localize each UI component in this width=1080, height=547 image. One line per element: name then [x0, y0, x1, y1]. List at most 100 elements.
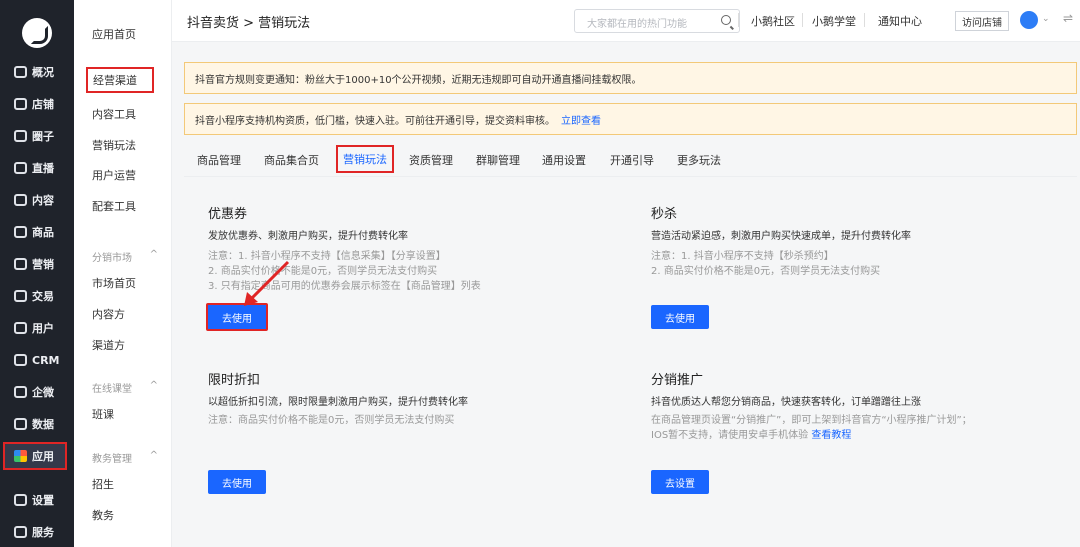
- notice-banner-rules: 抖音官方规则变更通知：粉丝大于1000+10个公开视频，近期无违规即可自动开通直…: [184, 62, 1077, 94]
- app-icon: [14, 450, 27, 462]
- card-note: 3. 只有指定商品可用的优惠券会展示标签在【商品管理】列表: [208, 281, 481, 292]
- subnav-item-tools[interactable]: 配套工具: [92, 198, 136, 214]
- card-note: 注意：1. 抖音小程序不支持【秒杀预约】: [651, 251, 834, 262]
- subnav-item-market-home[interactable]: 市场首页: [92, 275, 136, 291]
- seckill-use-button[interactable]: 去使用: [651, 305, 709, 329]
- view-tutorial-link[interactable]: 查看教程: [811, 430, 851, 441]
- user-icon: [14, 322, 27, 334]
- tab-group-chat[interactable]: 群聊管理: [476, 152, 520, 168]
- sidebar-item-trade[interactable]: 交易: [0, 282, 74, 310]
- card-desc: 发放优惠券、刺激用户购买，提升付费转化率: [208, 231, 408, 242]
- tab-more[interactable]: 更多玩法: [677, 152, 721, 168]
- card-seckill: 秒杀 营造活动紧迫感，刺激用户购买快速成单，提升付费转化率 注意：1. 抖音小程…: [639, 189, 1070, 343]
- tab-open-guide[interactable]: 开通引导: [610, 152, 654, 168]
- tab-marketing[interactable]: 营销玩法: [336, 145, 394, 173]
- tab-general-settings[interactable]: 通用设置: [542, 152, 586, 168]
- tab-qualification[interactable]: 资质管理: [409, 152, 453, 168]
- card-discount: 限时折扣 以超低折扣引流，限时限量刺激用户购买，提升付费转化率 注意：商品实付价…: [196, 355, 627, 505]
- chevron-up-icon: ^: [149, 450, 158, 461]
- main-sidebar: 概况 店铺 圈子 直播 内容 商品 营销 交易 用户 CRM 企微 数据 应用 …: [0, 0, 74, 547]
- card-note: 2. 商品实付价格不能是0元，否则学员无法支付购买: [208, 266, 438, 277]
- sidebar-item-settings[interactable]: 设置: [0, 486, 74, 514]
- subnav-group-online-class[interactable]: 在线课堂 ^: [92, 380, 158, 395]
- chevron-down-icon[interactable]: ⌄: [1042, 14, 1050, 24]
- notification-link[interactable]: 通知中心: [878, 13, 922, 29]
- subnav-item-channel-side[interactable]: 渠道方: [92, 337, 125, 353]
- avatar[interactable]: [1020, 11, 1038, 29]
- card-title: 优惠券: [208, 207, 248, 222]
- sidebar-item-goods[interactable]: 商品: [0, 218, 74, 246]
- subnav-item-channel[interactable]: 经营渠道: [86, 67, 154, 93]
- search-icon[interactable]: [721, 15, 731, 25]
- distribution-setup-button[interactable]: 去设置: [651, 470, 709, 494]
- tab-goods-collection[interactable]: 商品集合页: [264, 152, 319, 168]
- card-desc: 营造活动紧迫感，刺激用户购买快速成单，提升付费转化率: [651, 231, 911, 242]
- card-note: 2. 商品实付价格不能是0元，否则学员无法支付购买: [651, 266, 881, 277]
- chevron-up-icon: ^: [149, 380, 158, 391]
- wecom-icon: [14, 386, 27, 398]
- subnav-group-market[interactable]: 分销市场 ^: [92, 249, 158, 264]
- subnav-item-class[interactable]: 班课: [92, 406, 114, 422]
- settings-icon: [14, 494, 27, 506]
- subnav-item-app-home[interactable]: 应用首页: [92, 26, 136, 42]
- card-distribution: 分销推广 抖音优质达人帮您分销商品，快速获客转化，订单蹭蹭往上涨 在商品管理页设…: [639, 355, 1070, 505]
- sidebar-item-circle[interactable]: 圈子: [0, 122, 74, 150]
- card-coupon: 优惠券 发放优惠券、刺激用户购买，提升付费转化率 注意：1. 抖音小程序不支持【…: [196, 189, 627, 343]
- switch-icon[interactable]: ⇌: [1063, 11, 1073, 25]
- crm-icon: [14, 354, 27, 366]
- sidebar-item-service[interactable]: 服务: [0, 518, 74, 546]
- sidebar-item-live[interactable]: 直播: [0, 154, 74, 182]
- coupon-use-button[interactable]: 去使用: [206, 303, 268, 331]
- trade-icon: [14, 290, 27, 302]
- sidebar-item-crm[interactable]: CRM: [0, 346, 74, 374]
- sidebar-item-store[interactable]: 店铺: [0, 90, 74, 118]
- logo-icon[interactable]: [22, 18, 52, 48]
- sub-sidebar: 应用首页 经营渠道 内容工具 营销玩法 用户运营 配套工具 分销市场 ^ 市场首页…: [74, 0, 172, 547]
- sidebar-item-content[interactable]: 内容: [0, 186, 74, 214]
- data-icon: [14, 418, 27, 430]
- card-note: 在商品管理页设置“分销推广”，即可上架到抖音官方“小程序推广计划”；: [651, 415, 972, 426]
- card-title: 秒杀: [651, 207, 678, 222]
- top-header: 抖音卖货 > 营销玩法 大家都在用的热门功能 小鹅社区 小鹅学堂 通知中心 访问…: [172, 0, 1080, 42]
- subnav-item-content-tools[interactable]: 内容工具: [92, 106, 136, 122]
- sidebar-item-data[interactable]: 数据: [0, 410, 74, 438]
- card-note: IOS暂不支持，请使用安卓手机体验 查看教程: [651, 430, 852, 441]
- circle-icon: [14, 130, 27, 142]
- tab-bar: 商品管理 商品集合页 营销玩法 资质管理 群聊管理 通用设置 开通引导 更多玩法: [184, 145, 1077, 177]
- card-title: 分销推广: [651, 373, 704, 388]
- card-desc: 抖音优质达人帮您分销商品，快速获客转化，订单蹭蹭往上涨: [651, 397, 921, 408]
- breadcrumb: 抖音卖货 > 营销玩法: [187, 16, 311, 31]
- overview-icon: [14, 66, 27, 78]
- search-placeholder: 大家都在用的热门功能: [587, 19, 687, 30]
- chevron-up-icon: ^: [149, 249, 158, 260]
- card-title: 限时折扣: [208, 373, 261, 388]
- store-icon: [14, 98, 27, 110]
- marketing-icon: [14, 258, 27, 270]
- sidebar-item-user[interactable]: 用户: [0, 314, 74, 342]
- subnav-item-marketing[interactable]: 营销玩法: [92, 137, 136, 153]
- subnav-item-user-ops[interactable]: 用户运营: [92, 167, 136, 183]
- card-note: 注意：1. 抖音小程序不支持【信息采集】【分享设置】: [208, 251, 446, 262]
- goods-icon: [14, 226, 27, 238]
- sidebar-item-marketing[interactable]: 营销: [0, 250, 74, 278]
- academy-link[interactable]: 小鹅学堂: [812, 13, 856, 29]
- card-note: 注意：商品实付价格不能是0元，否则学员无法支付购买: [208, 415, 455, 426]
- view-now-link[interactable]: 立即查看: [561, 112, 601, 127]
- subnav-item-edu[interactable]: 教务: [92, 507, 114, 523]
- sidebar-item-overview[interactable]: 概况: [0, 58, 74, 86]
- content-icon: [14, 194, 27, 206]
- subnav-group-edu[interactable]: 教务管理 ^: [92, 450, 158, 465]
- discount-use-button[interactable]: 去使用: [208, 470, 266, 494]
- service-icon: [14, 526, 27, 538]
- sidebar-item-wecom[interactable]: 企微: [0, 378, 74, 406]
- card-desc: 以超低折扣引流，限时限量刺激用户购买，提升付费转化率: [208, 397, 468, 408]
- search-input[interactable]: 大家都在用的热门功能: [574, 9, 740, 33]
- notice-banner-miniapp: 抖音小程序支持机构资质，低门槛，快速入驻。可前往开通引导，提交资料审核。 立即查…: [184, 103, 1077, 135]
- sidebar-item-app[interactable]: 应用: [3, 442, 67, 470]
- tab-goods-manage[interactable]: 商品管理: [197, 152, 241, 168]
- subnav-item-content-side[interactable]: 内容方: [92, 306, 125, 322]
- subnav-item-enroll[interactable]: 招生: [92, 476, 114, 492]
- visit-store-button[interactable]: 访问店铺: [955, 11, 1009, 31]
- live-icon: [14, 162, 27, 174]
- community-link[interactable]: 小鹅社区: [751, 13, 795, 29]
